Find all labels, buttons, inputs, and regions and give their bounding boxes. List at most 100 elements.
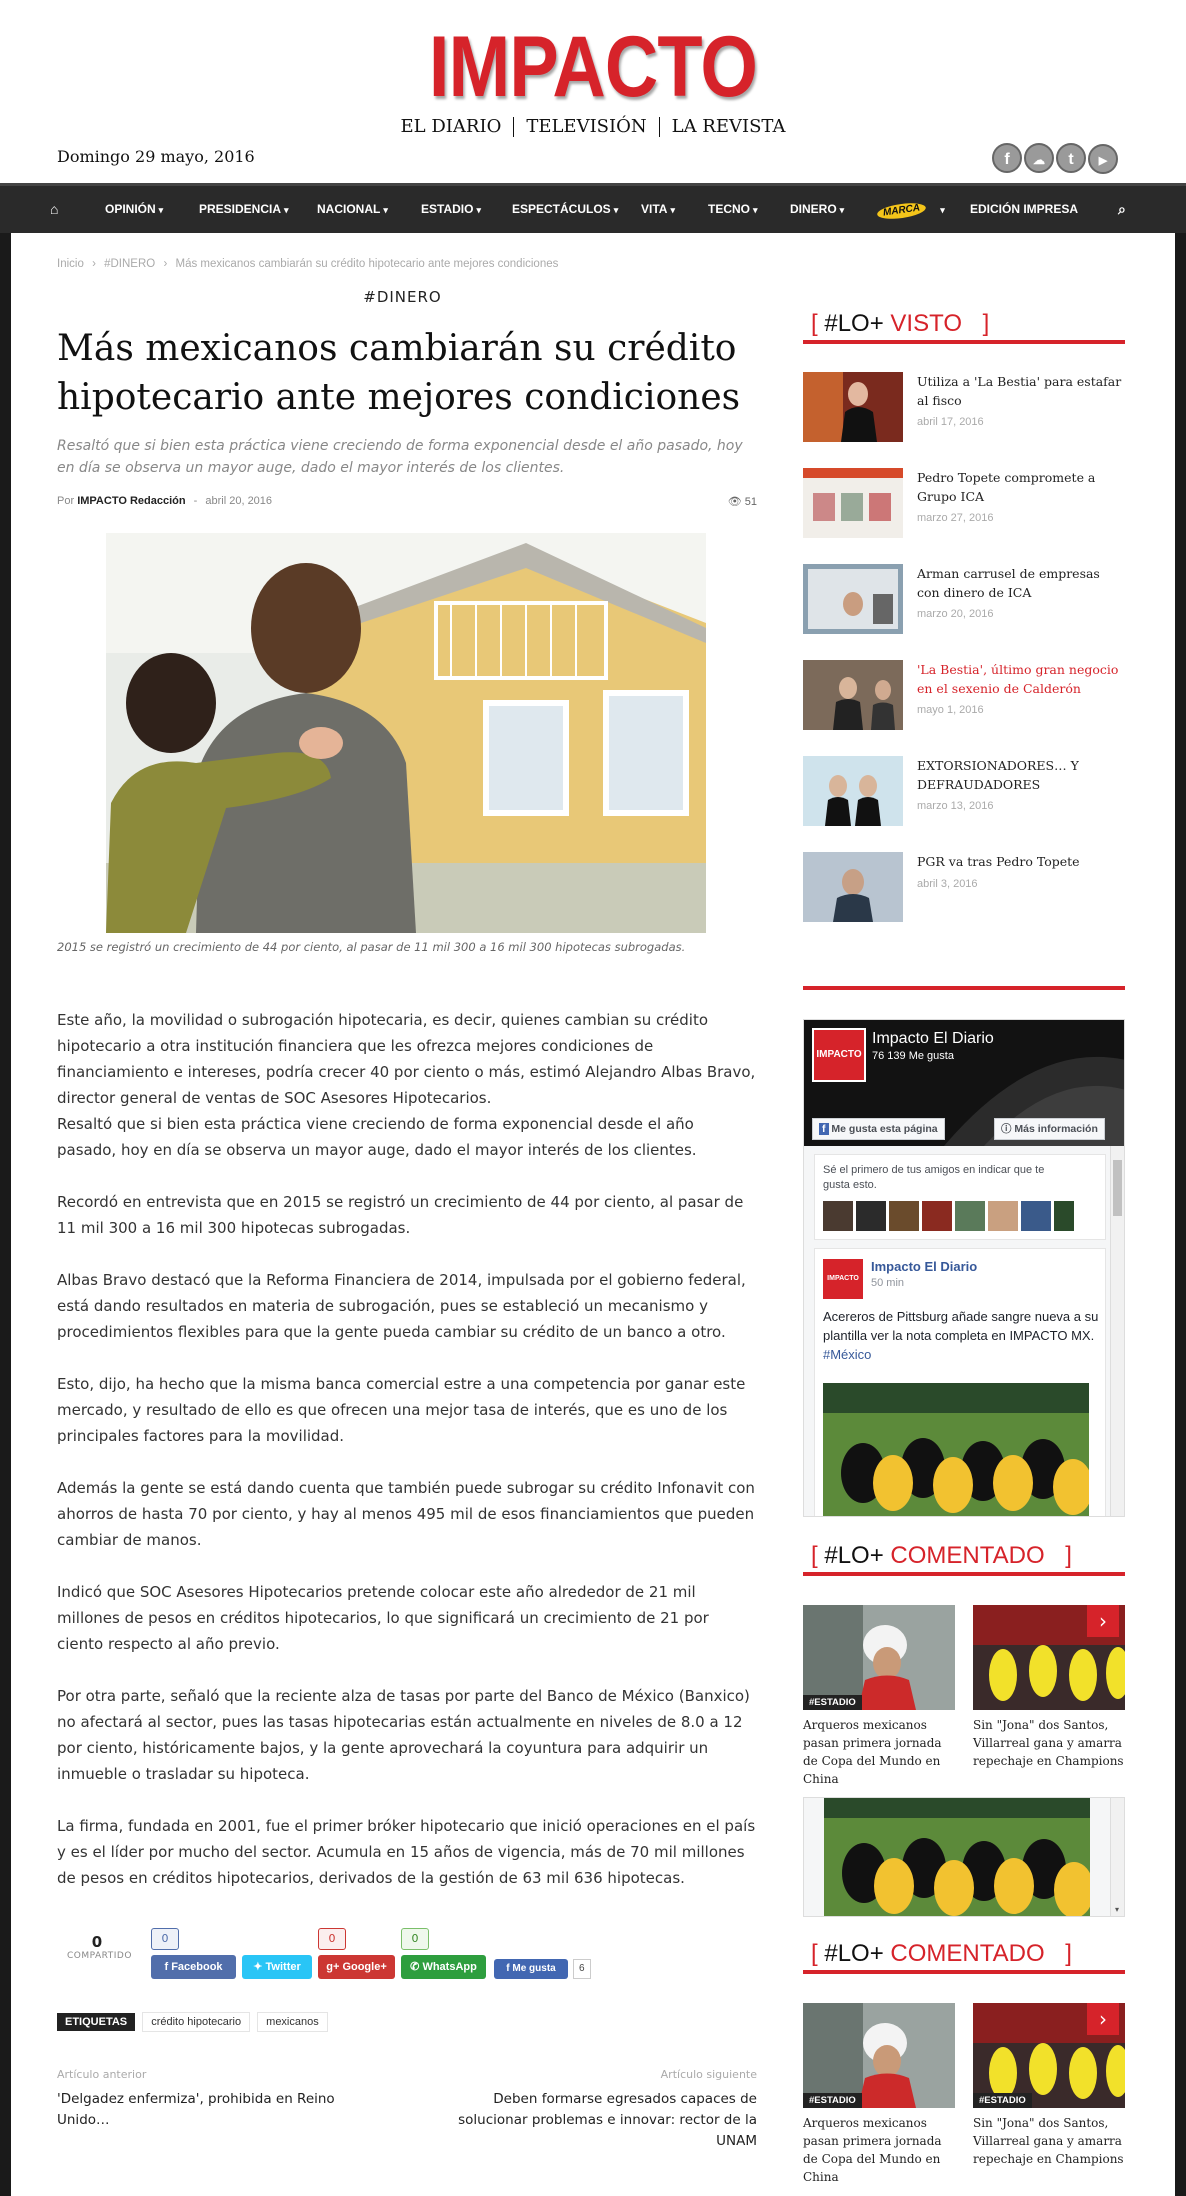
youtube-icon[interactable]: ▶ [1088,144,1118,174]
twitter-icon[interactable]: t [1056,143,1086,173]
nav-item-edicion-impresa[interactable]: EDICIÓN IMPRESA [970,186,1078,232]
home-icon[interactable]: ⌂ [50,186,58,232]
comentado-item[interactable]: #ESTADIO› Sin "Jona" dos Santos, Villarr… [973,1605,1125,1770]
eye-icon: 👁 [727,496,742,508]
article-category[interactable]: #DINERO [0,288,805,306]
nav-item-espectaculos[interactable]: ESPECTÁCULOS ▾ [512,186,618,232]
fb-post-image[interactable] [824,1798,1090,1916]
submenu-la-revista[interactable]: LA REVISTA [672,116,786,137]
whatsapp-share-button[interactable]: ✆ WhatsApp [401,1955,486,1979]
article-paragraph: Esto, dijo, ha hecho que la misma banca … [57,1375,746,1445]
breadcrumb-home[interactable]: Inicio [57,258,84,270]
divider [803,986,1125,990]
twitter-share-button[interactable]: ✦ Twitter [242,1955,312,1979]
visto-item[interactable]: 'La Bestia', último gran negocio en el s… [803,660,1125,740]
block-header-comentado: [ #LO+ COMENTADO ] [803,1536,1125,1576]
comentado-image[interactable]: #ESTADIO [803,1605,955,1710]
fb-post-image[interactable] [823,1383,1089,1516]
chevron-right-icon[interactable]: › [1087,2003,1119,2035]
fb-page-name[interactable]: Impacto El Diario [872,1030,994,1048]
article-meta: Por IMPACTO Redacción - abril 20, 2016 👁… [57,495,757,508]
nav-item-marca[interactable]: MARCA ▾ [876,186,945,232]
search-icon[interactable]: ⌕ [1118,186,1126,232]
avatar[interactable] [922,1201,952,1231]
prev-article[interactable]: Artículo anterior 'Delgadez enfermiza', … [57,2068,357,2131]
facebook-share-button[interactable]: f Facebook [151,1955,236,1979]
fb-page-logo[interactable]: IMPACTO [812,1028,866,1082]
comentado-image[interactable]: #ESTADIO› [973,1605,1125,1710]
submenu-television[interactable]: TELEVISIÓN [526,116,646,137]
site-header: IMPACTO EL DIARIO TELEVISIÓN LA REVISTA Do… [0,0,1186,183]
top-submenu: EL DIARIO TELEVISIÓN LA REVISTA [0,116,1186,137]
avatar[interactable] [988,1201,1018,1231]
fb-hashtag[interactable]: #México [823,1347,871,1362]
twitter-icon: ✦ [253,1961,266,1973]
visto-thumb[interactable] [803,372,903,442]
visto-thumb[interactable] [803,468,903,538]
article-paragraph: Además la gente se está dando cuenta que… [57,1479,755,1549]
next-article[interactable]: Artículo siguiente Deben formarse egresa… [437,2068,757,2152]
nav-item-tecno[interactable]: TECNO ▾ [708,186,758,232]
fb-post-author[interactable]: Impacto El Diario [871,1259,977,1274]
visto-thumb[interactable] [803,660,903,730]
author-link[interactable]: IMPACTO Redacción [77,495,185,507]
visto-item[interactable]: Pedro Topete compromete a Grupo ICA marz… [803,468,1125,548]
info-icon: ⓘ [1001,1123,1012,1135]
comentado-image[interactable]: #ESTADIO [803,2003,955,2108]
avatar[interactable] [889,1201,919,1231]
avatar[interactable] [955,1201,985,1231]
whatsapp-icon: ✆ [410,1961,423,1973]
fb-post-avatar[interactable]: IMPACTO [823,1259,863,1299]
fb-like-count: 6 [573,1959,591,1979]
fb-like-page-button[interactable]: f Me gusta esta página [812,1118,945,1140]
facebook-icon[interactable]: f [992,143,1022,173]
google-share-button[interactable]: g+ Google+ [318,1955,395,1979]
nav-item-dinero[interactable]: DINERO ▾ [790,186,844,232]
visto-item[interactable]: Utiliza a 'La Bestia' para estafar al fi… [803,372,1125,452]
main-nav: ⌂ OPINIÓN ▾ PRESIDENCIA ▾ NACIONAL ▾ ESTADI… [0,183,1186,233]
nav-item-opinion[interactable]: OPINIÓN ▾ [105,186,163,232]
fb-scrollbar[interactable] [1110,1146,1124,1516]
tag-item[interactable]: mexicanos [257,2012,328,2032]
fb-post: IMPACTO Impacto El Diario 50 min Acerero… [814,1248,1106,1516]
nav-item-presidencia[interactable]: PRESIDENCIA ▾ [199,186,289,232]
marca-logo: MARCA [876,200,927,222]
visto-item[interactable]: PGR va tras Pedro Topete abril 3, 2016 [803,852,1125,932]
comentado-item[interactable]: #ESTADIO Arqueros mexicanos pasan primer… [803,2003,955,2186]
avatar[interactable] [1054,1201,1074,1231]
article-body: Este año, la movilidad o subrogación hip… [57,1007,757,1917]
comentado-item[interactable]: #ESTADIO Arqueros mexicanos pasan primer… [803,1605,955,1788]
nav-item-vita[interactable]: VITA ▾ [641,186,675,232]
comentado-image[interactable]: #ESTADIO› [973,2003,1125,2108]
breadcrumb-current: Más mexicanos cambiarán su crédito hipot… [175,258,559,270]
visto-item[interactable]: Arman carrusel de empresas con dinero de… [803,564,1125,644]
tag-item[interactable]: crédito hipotecario [142,2012,251,2032]
fb-more-info-button[interactable]: ⓘ Más información [994,1118,1105,1140]
avatar[interactable] [1021,1201,1051,1231]
nav-item-estadio[interactable]: ESTADIO ▾ [421,186,481,232]
fb-post-preview: ▾ [803,1797,1125,1917]
visto-item[interactable]: EXTORSIONADORES… Y DEFRAUDADORES marzo 1… [803,756,1125,836]
fb-like-button[interactable]: f Me gusta [494,1959,568,1979]
chevron-right-icon[interactable]: › [1087,1605,1119,1637]
avatar[interactable] [856,1201,886,1231]
nav-item-nacional[interactable]: NACIONAL ▾ [317,186,388,232]
visto-thumb[interactable] [803,756,903,826]
fb-cover: IMPACTO Impacto El Diario 76 139 Me gust… [804,1020,1124,1146]
tags-label: ETIQUETAS [57,2013,136,2031]
view-count: 👁 51 [727,496,757,508]
site-logo[interactable]: IMPACTO [83,22,1103,112]
breadcrumb-category[interactable]: #DINERO [104,258,155,270]
comentado-item[interactable]: #ESTADIO› Sin "Jona" dos Santos, Villarr… [973,2003,1125,2168]
soundcloud-icon[interactable]: ☁ [1024,143,1054,173]
visto-thumb[interactable] [803,564,903,634]
fb-post-time[interactable]: 50 min [871,1277,904,1289]
social-links: f ☁ t ▶ [990,143,1118,177]
breadcrumb: Inicio › #DINERO › Más mexicanos cambiar… [57,258,559,270]
article-paragraph: Indicó que SOC Asesores Hipotecarios pre… [57,1583,709,1653]
avatar[interactable] [823,1201,853,1231]
submenu-el-diario[interactable]: EL DIARIO [401,116,502,137]
fb-scrollbar[interactable]: ▾ [1110,1798,1124,1916]
facebook-page-widget: IMPACTO Impacto El Diario 76 139 Me gust… [803,1019,1125,1517]
visto-thumb[interactable] [803,852,903,922]
